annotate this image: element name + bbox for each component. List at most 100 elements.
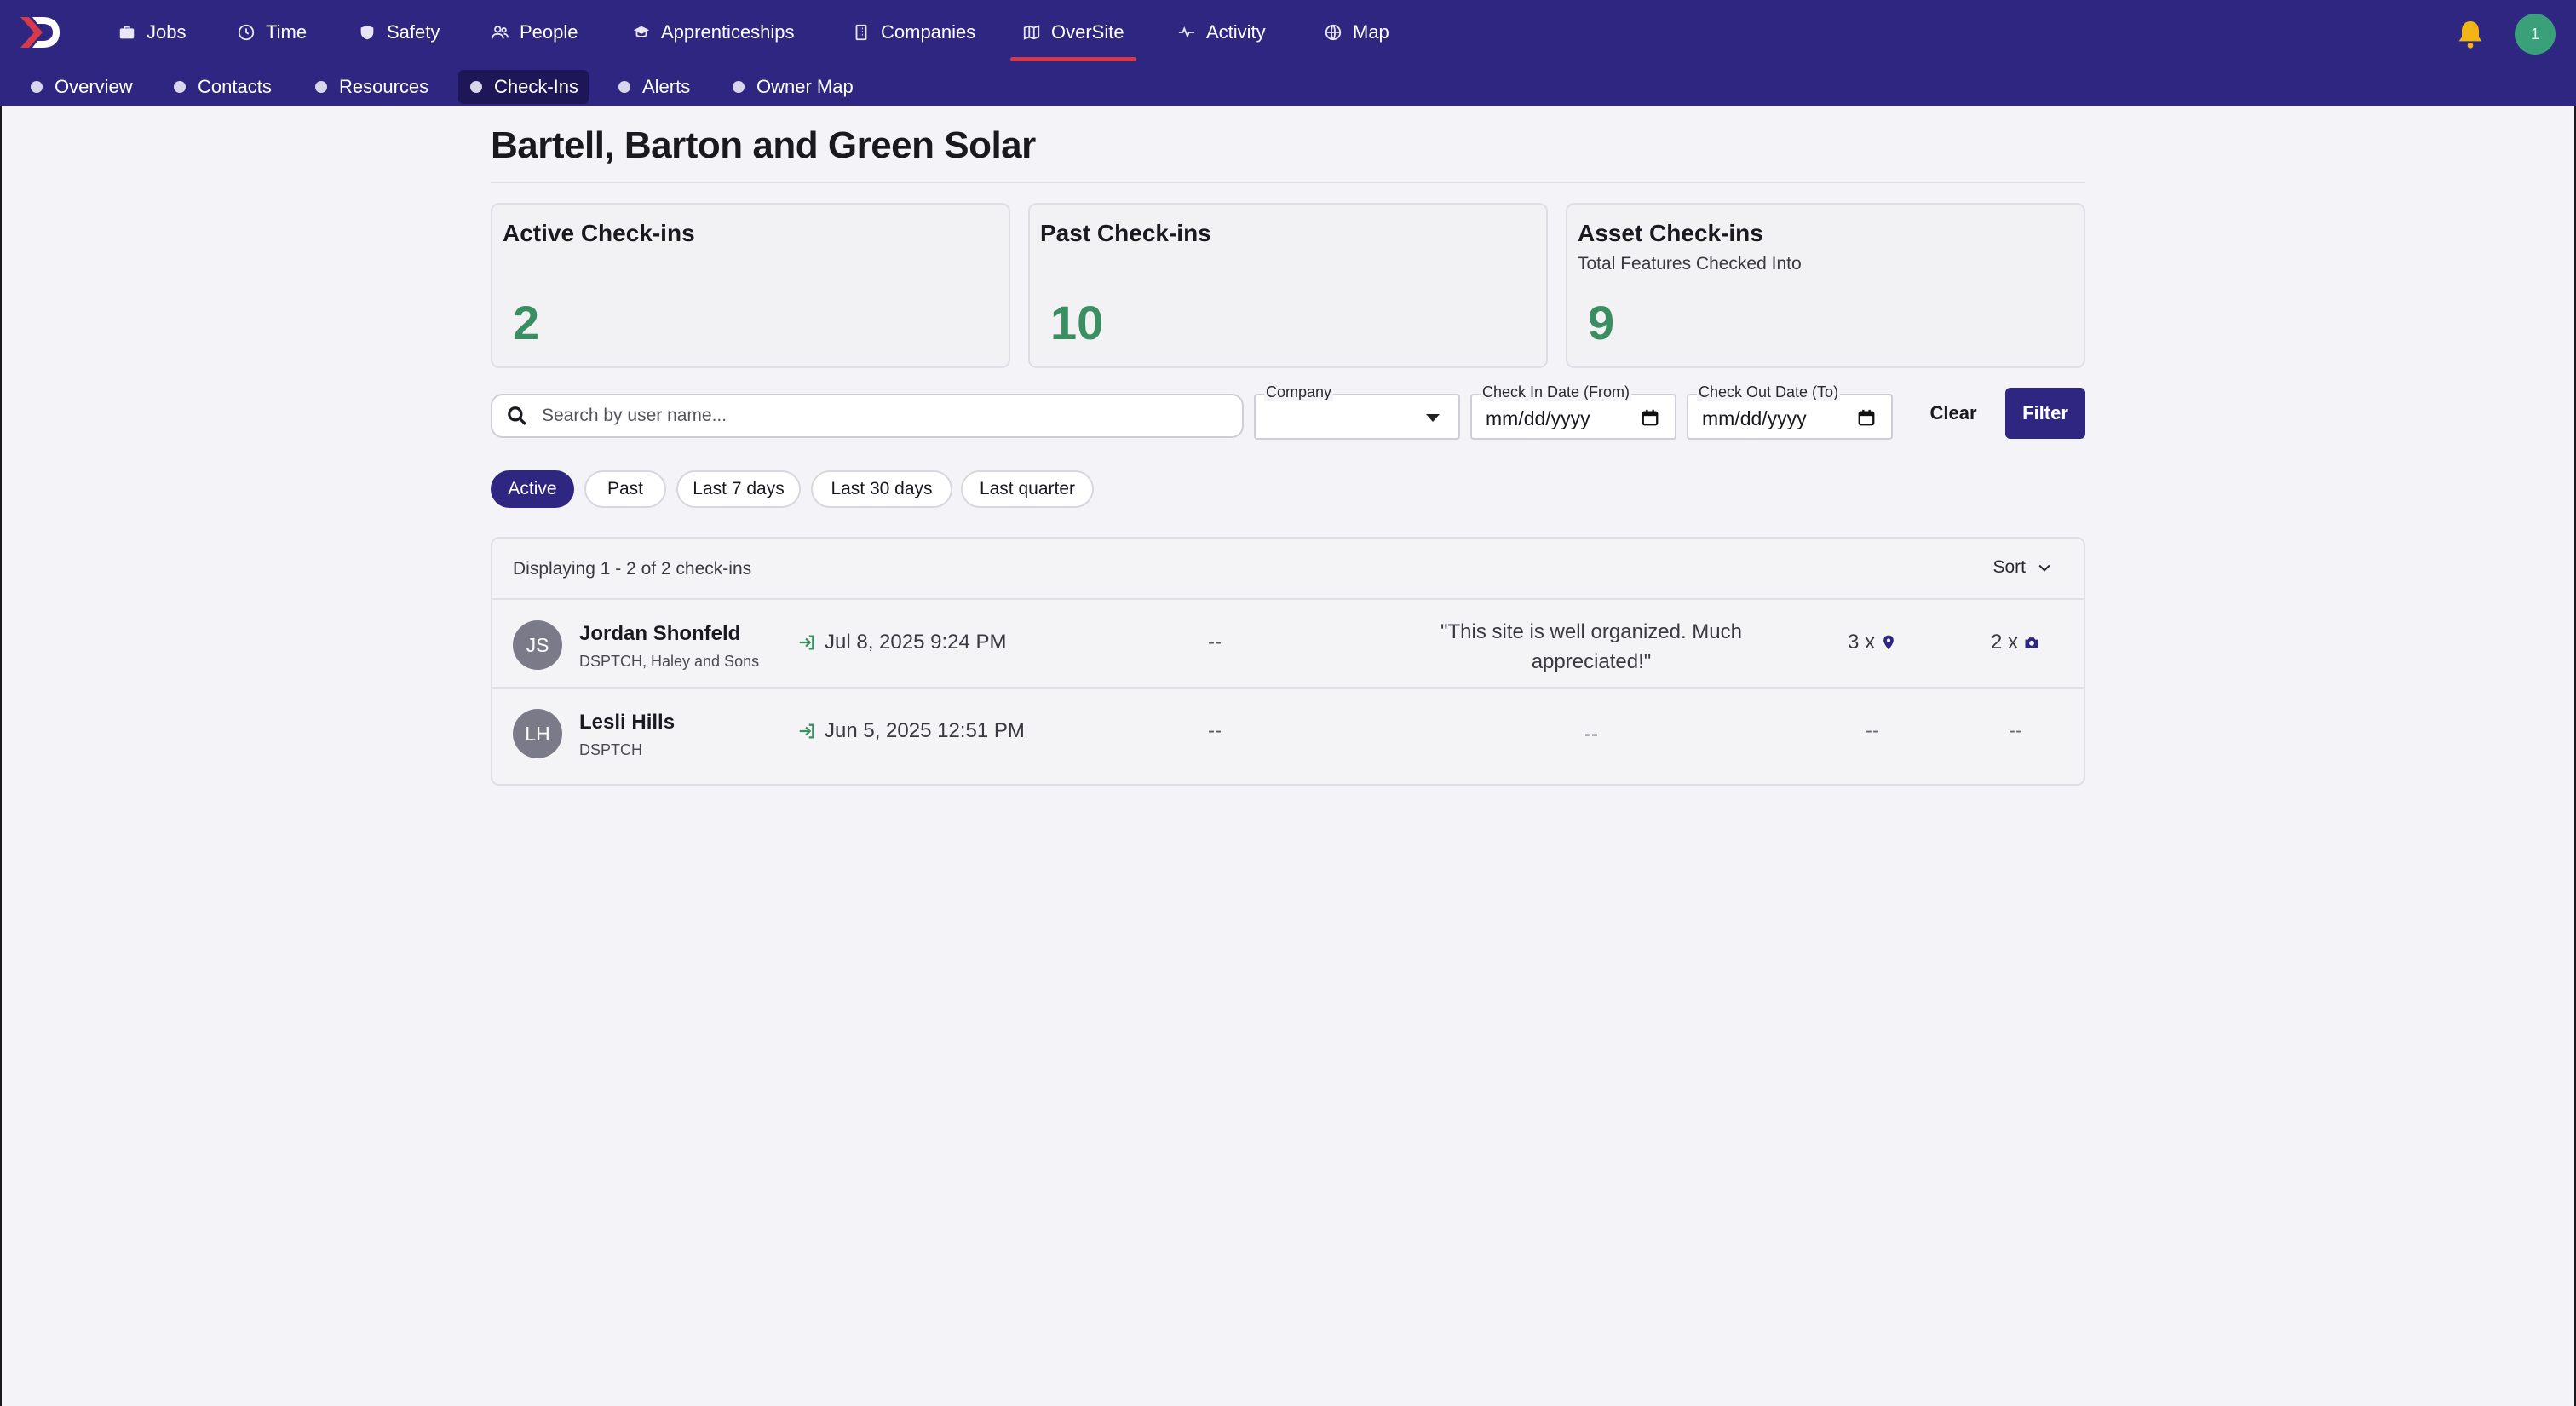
dsptch-logo-icon[interactable] xyxy=(17,14,63,51)
sign-in-icon xyxy=(799,635,814,650)
check-in-date-value: mm/dd/yyyy xyxy=(1486,407,1590,429)
sort-label: Sort xyxy=(1992,557,2026,577)
quick-filter-active[interactable]: Active xyxy=(491,470,574,508)
subnav-resources-label: Resources xyxy=(339,76,429,97)
nav-activity[interactable]: Activity xyxy=(1177,3,1266,61)
nav-safety[interactable]: Safety xyxy=(358,3,440,61)
check-in-time-text: Jun 5, 2025 12:51 PM xyxy=(825,719,1025,742)
check-in-time: Jun 5, 2025 12:51 PM xyxy=(797,719,1025,743)
card-label: Past Check-ins xyxy=(1040,220,1211,246)
avatar: LH xyxy=(513,709,562,758)
calendar-icon[interactable] xyxy=(1857,408,1876,427)
sort-button[interactable]: Sort xyxy=(1992,557,2053,578)
user-name[interactable]: Jordan Shonfeld xyxy=(579,622,740,646)
results-count: Displaying 1 - 2 of 2 check-ins xyxy=(513,559,752,579)
nav-map[interactable]: Map xyxy=(1324,3,1389,61)
calendar-icon[interactable] xyxy=(1641,408,1659,427)
subnav-contacts-label: Contacts xyxy=(198,76,272,97)
check-ins-table: Displaying 1 - 2 of 2 check-ins Sort JS … xyxy=(491,537,2085,786)
camera-icon xyxy=(2025,637,2038,648)
card-sublabel: Total Features Checked Into xyxy=(1578,254,1802,274)
subnav-owner-map[interactable]: Owner Map xyxy=(721,70,864,104)
check-in-date-field[interactable]: Check In Date (From) mm/dd/yyyy xyxy=(1470,383,1676,440)
dot-icon xyxy=(470,81,482,93)
features-count-text: 3 x xyxy=(1847,631,1875,654)
nav-jobs[interactable]: Jobs xyxy=(118,3,186,61)
dot-icon xyxy=(618,81,630,93)
filter-button[interactable]: Filter xyxy=(2005,388,2085,439)
sub-navigation: Overview Contacts Resources Check-Ins Al… xyxy=(0,68,2576,106)
subnav-alerts-label: Alerts xyxy=(642,76,691,97)
check-in-note: -- xyxy=(1584,723,1598,746)
user-company: DSPTCH, Haley and Sons xyxy=(579,653,760,670)
check-out-time: -- xyxy=(1208,631,1222,654)
user-name[interactable]: Lesli Hills xyxy=(579,711,675,735)
sign-in-icon xyxy=(799,723,814,739)
quick-filter-last-30-days[interactable]: Last 30 days xyxy=(811,470,952,508)
card-label: Active Check-ins xyxy=(503,220,695,246)
check-in-time-text: Jul 8, 2025 9:24 PM xyxy=(825,631,1007,654)
chevron-down-icon xyxy=(2038,564,2050,572)
features-count[interactable]: 3 x xyxy=(1830,631,1915,654)
map-pin-icon xyxy=(1883,635,1894,650)
search-input[interactable] xyxy=(542,406,1206,426)
nav-oversite[interactable]: OverSite xyxy=(1010,3,1136,61)
dot-icon xyxy=(315,81,327,93)
table-row[interactable]: LH Lesli Hills DSPTCH Jun 5, 2025 12:51 … xyxy=(492,689,2084,777)
card-label: Asset Check-ins xyxy=(1578,220,1763,246)
subnav-contacts[interactable]: Contacts xyxy=(162,70,282,104)
clear-button[interactable]: Clear xyxy=(1917,387,1990,440)
nav-apprenticeships-label: Apprenticeships xyxy=(661,21,795,43)
notification-count: 1 xyxy=(2530,25,2539,43)
subnav-check-ins[interactable]: Check-Ins xyxy=(458,70,589,104)
quick-filter-last-quarter[interactable]: Last quarter xyxy=(961,470,1094,508)
nav-companies[interactable]: Companies xyxy=(852,3,975,61)
user-avatar[interactable]: 1 xyxy=(2515,14,2556,55)
card-past-check-ins: Past Check-ins 10 xyxy=(1028,203,1548,368)
company-select[interactable]: Company xyxy=(1254,383,1460,440)
clock-icon xyxy=(238,24,255,41)
dot-icon xyxy=(31,81,43,93)
nav-safety-label: Safety xyxy=(387,21,440,43)
briefcase-icon xyxy=(119,26,135,39)
nav-jobs-label: Jobs xyxy=(147,21,187,43)
user-company: DSPTCH xyxy=(579,741,643,758)
photos-count[interactable]: 2 x xyxy=(1973,631,2058,654)
pulse-icon xyxy=(1178,26,1195,39)
subnav-owner-map-label: Owner Map xyxy=(756,76,854,97)
features-count: -- xyxy=(1866,719,1879,742)
nav-people[interactable]: People xyxy=(491,3,578,61)
check-out-date-field[interactable]: Check Out Date (To) mm/dd/yyyy xyxy=(1687,383,1893,440)
notification-bell-icon[interactable] xyxy=(2453,17,2487,51)
nav-time-label: Time xyxy=(266,21,308,43)
top-navigation: Jobs Time Safety People Apprenticeships … xyxy=(0,0,2576,106)
card-active-check-ins: Active Check-ins 2 xyxy=(491,203,1010,368)
quick-filter-last-7-days[interactable]: Last 7 days xyxy=(676,470,801,508)
table-header: Displaying 1 - 2 of 2 check-ins Sort xyxy=(492,539,2084,600)
nav-apprenticeships[interactable]: Apprenticeships xyxy=(632,3,795,61)
check-out-date-value: mm/dd/yyyy xyxy=(1702,407,1807,429)
quick-filter-past[interactable]: Past xyxy=(584,470,666,508)
graduation-cap-icon xyxy=(633,26,650,37)
title-divider xyxy=(491,182,2085,183)
card-asset-check-ins: Asset Check-ins Total Features Checked I… xyxy=(1566,203,2085,368)
nav-oversite-label: OverSite xyxy=(1051,21,1124,43)
avatar: JS xyxy=(513,620,562,670)
search-icon xyxy=(508,406,526,425)
nav-time[interactable]: Time xyxy=(237,3,307,61)
subnav-alerts[interactable]: Alerts xyxy=(607,70,700,104)
nav-map-label: Map xyxy=(1353,21,1389,43)
dropdown-caret-icon xyxy=(1426,414,1440,422)
building-icon xyxy=(855,24,867,41)
globe-icon xyxy=(1325,24,1342,41)
subnav-overview[interactable]: Overview xyxy=(19,70,143,104)
card-value: 9 xyxy=(1588,296,1615,349)
photos-count-text: 2 x xyxy=(1990,631,2018,654)
search-box xyxy=(491,394,1244,438)
people-icon xyxy=(491,26,509,39)
subnav-resources[interactable]: Resources xyxy=(303,70,439,104)
main-nav: Jobs Time Safety People Apprenticeships … xyxy=(0,3,2576,61)
subnav-overview-label: Overview xyxy=(55,76,133,97)
table-row[interactable]: JS Jordan Shonfeld DSPTCH, Haley and Son… xyxy=(492,600,2084,689)
subnav-check-ins-label: Check-Ins xyxy=(494,76,579,97)
